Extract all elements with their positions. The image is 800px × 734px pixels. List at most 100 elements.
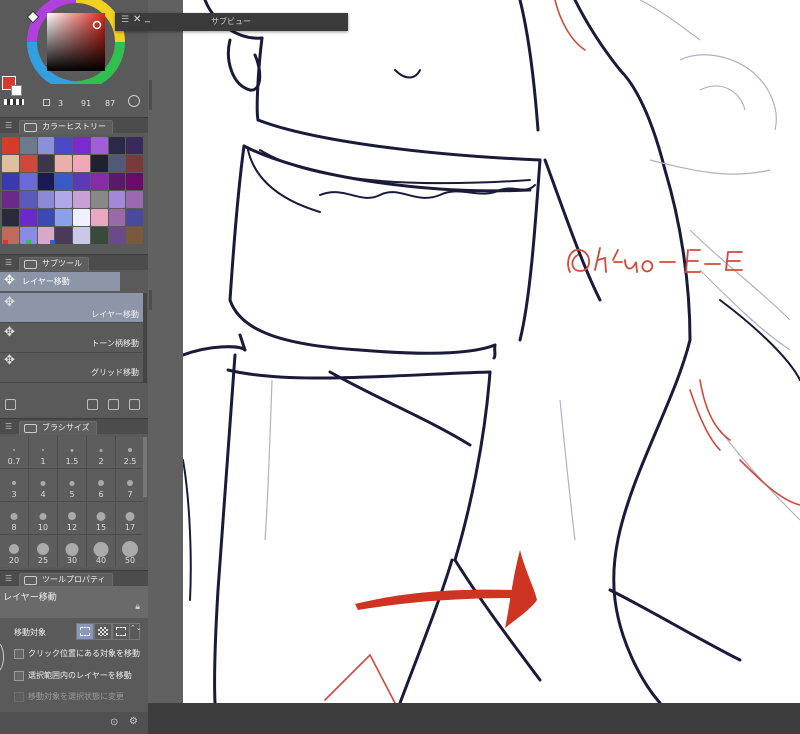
color-history-swatch[interactable] (108, 173, 126, 190)
color-history-swatch[interactable] (2, 173, 19, 190)
brush-size-option[interactable]: 5 (58, 469, 86, 501)
color-history-swatch[interactable] (108, 191, 126, 208)
color-history-swatch[interactable] (55, 191, 72, 208)
lock-icon[interactable]: 🔒︎ (135, 602, 140, 612)
color-history-swatch[interactable] (37, 155, 55, 172)
brush-size-option[interactable]: 3 (0, 469, 28, 501)
brush-size-option[interactable]: 2.5 (116, 436, 144, 468)
brush-size-option[interactable]: 6 (87, 469, 115, 501)
drawing-canvas[interactable] (183, 0, 800, 703)
color-history-swatch[interactable] (126, 173, 143, 190)
brush-size-option[interactable]: 4 (29, 469, 57, 501)
color-history-swatch[interactable] (90, 227, 108, 244)
color-history-swatch[interactable] (19, 191, 37, 208)
color-history-swatch[interactable] (55, 173, 72, 190)
color-history-swatch[interactable] (55, 137, 72, 154)
window-menu-icon[interactable]: ☰ (121, 15, 129, 25)
brush-size-scrollbar[interactable] (143, 437, 147, 497)
brush-size-option[interactable]: 7 (116, 469, 144, 501)
checkbox[interactable] (14, 648, 24, 659)
brush-size-option[interactable]: 15 (87, 502, 115, 534)
color-history-swatch[interactable] (37, 209, 55, 226)
brush-size-option[interactable]: 20 (0, 535, 28, 567)
checkbox-move-layers-in-selection[interactable]: 選択範囲内のレイヤーを移動 (14, 670, 132, 681)
wrench-icon[interactable]: ⚙ (129, 716, 138, 727)
color-history-swatch[interactable] (90, 155, 108, 172)
subtool-settings-icon[interactable] (5, 399, 16, 410)
subtool-item-grid-move[interactable]: ✥ グリッド移動 (0, 353, 143, 383)
color-history-swatch[interactable] (2, 155, 19, 172)
move-target-tone-button[interactable] (94, 623, 112, 640)
color-history-swatch[interactable] (55, 155, 72, 172)
color-history-swatch[interactable] (19, 173, 37, 190)
download-icon[interactable] (87, 399, 98, 410)
subtool-item-layer-move[interactable]: ✥ レイヤー移動 (0, 293, 143, 323)
tool-property-circle-icon[interactable] (0, 642, 4, 672)
color-history-swatch[interactable] (126, 137, 143, 154)
panel-menu-icon[interactable]: ☰ (5, 574, 12, 583)
subtool-item-tone-move[interactable]: ✥ トーン柄移動 (0, 323, 143, 353)
color-history-swatch[interactable] (90, 173, 108, 190)
color-history-swatch[interactable] (19, 155, 37, 172)
color-history-swatch[interactable] (108, 209, 126, 226)
color-history-swatch[interactable] (73, 155, 90, 172)
tab-color-history[interactable]: カラーヒストリー (19, 120, 113, 134)
panel-menu-icon[interactable]: ☰ (5, 422, 12, 431)
checkbox[interactable] (14, 670, 24, 681)
color-history-swatch[interactable] (126, 227, 143, 244)
brush-size-option[interactable]: 50 (116, 535, 144, 567)
color-history-swatch[interactable] (126, 209, 143, 226)
color-history-swatch[interactable] (2, 137, 19, 154)
tab-subtool[interactable]: サブツール (19, 257, 89, 271)
color-mode-icon[interactable] (128, 95, 140, 107)
brush-size-option[interactable]: 10 (29, 502, 57, 534)
brush-size-option[interactable]: 2 (87, 436, 115, 468)
color-history-swatch[interactable] (19, 137, 37, 154)
tab-tool-property[interactable]: ツールプロパティ (19, 573, 113, 587)
move-target-grid-button[interactable] (112, 623, 130, 640)
transparent-color-swatch[interactable] (4, 99, 24, 105)
brush-size-option[interactable]: 12 (58, 502, 86, 534)
brush-size-option[interactable]: 30 (58, 535, 86, 567)
minimize-icon[interactable]: _ (145, 12, 150, 23)
color-history-swatch[interactable] (73, 209, 90, 226)
brush-size-option[interactable]: 8 (0, 502, 28, 534)
color-history-swatch[interactable] (73, 137, 90, 154)
brush-size-option[interactable]: 1.5 (58, 436, 86, 468)
checkbox-move-clicked-object[interactable]: クリック位置にある対象を移動 (14, 648, 140, 659)
brush-size-option[interactable]: 17 (116, 502, 144, 534)
color-history-swatch[interactable] (73, 227, 90, 244)
color-history-swatch[interactable] (90, 209, 108, 226)
color-history-swatch[interactable] (108, 137, 126, 154)
trash-icon[interactable] (129, 399, 140, 410)
color-history-swatch[interactable] (37, 173, 55, 190)
color-history-swatch[interactable] (2, 191, 19, 208)
brush-size-option[interactable]: 40 (87, 535, 115, 567)
color-history-swatch[interactable] (55, 209, 72, 226)
panel-menu-icon[interactable]: ☰ (5, 121, 12, 130)
brush-size-option[interactable]: 1 (29, 436, 57, 468)
color-history-swatch[interactable] (2, 209, 19, 226)
color-history-swatch[interactable] (90, 137, 108, 154)
color-history-swatch[interactable] (108, 227, 126, 244)
color-history-swatch[interactable] (19, 209, 37, 226)
color-history-swatch[interactable] (73, 173, 90, 190)
brush-size-option[interactable]: 0.7 (0, 436, 28, 468)
color-history-swatch[interactable] (37, 191, 55, 208)
subtool-group-layer-move[interactable]: ✥ レイヤー移動 (0, 272, 120, 291)
sub-color-swatch[interactable] (11, 85, 22, 96)
duplicate-icon[interactable] (108, 399, 119, 410)
move-target-spinner[interactable]: ⌃⌄ (129, 623, 142, 640)
color-wheel[interactable] (25, 0, 127, 84)
tab-brush-size[interactable]: ブラシサイズ (19, 421, 97, 435)
color-history-swatch[interactable] (126, 191, 143, 208)
brush-size-option[interactable]: 25 (29, 535, 57, 567)
color-history-swatch[interactable] (108, 155, 126, 172)
panel-menu-icon[interactable]: ☰ (5, 258, 12, 267)
color-history-swatch[interactable] (55, 227, 72, 244)
move-target-layer-button[interactable] (76, 623, 94, 640)
color-history-swatch[interactable] (126, 155, 143, 172)
color-history-swatch[interactable] (90, 191, 108, 208)
color-history-swatch[interactable] (37, 137, 55, 154)
close-icon[interactable]: ✕ (133, 14, 141, 25)
